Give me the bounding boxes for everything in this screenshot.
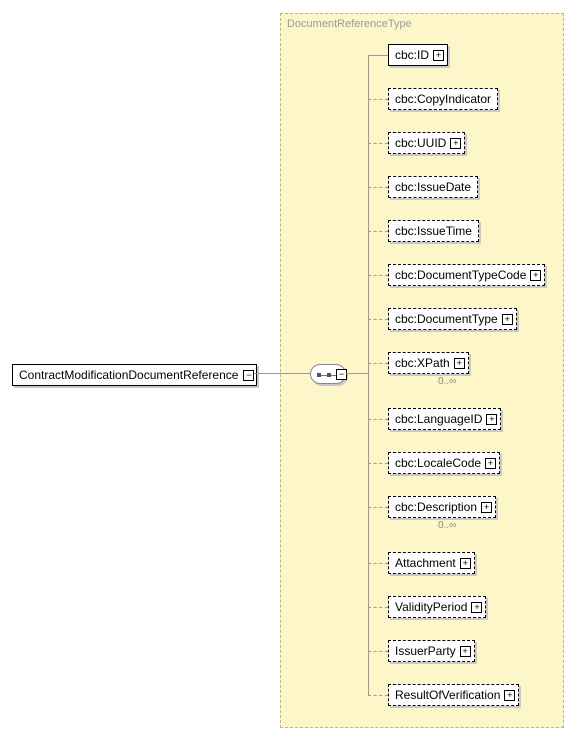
element-node[interactable]: cbc:DocumentTypeCode + (388, 264, 545, 286)
connector-line (368, 187, 388, 188)
expand-icon[interactable]: + (460, 558, 471, 569)
diagram-canvas: DocumentReferenceType ContractModificati… (0, 0, 574, 738)
element-label: IssuerParty (395, 644, 456, 658)
expand-icon[interactable]: − (243, 370, 254, 381)
root-element-label: ContractModificationDocumentReference (19, 368, 238, 382)
dot-icon (327, 373, 331, 377)
element-node[interactable]: ResultOfVerification + (388, 684, 519, 706)
element-node[interactable]: cbc:ID + (388, 44, 448, 66)
root-element-node[interactable]: ContractModificationDocumentReference − (12, 364, 257, 386)
connector-line (368, 55, 388, 56)
connector-line (254, 373, 310, 374)
connector-line (368, 651, 388, 652)
element-node[interactable]: cbc:Description + (388, 496, 496, 518)
element-node[interactable]: cbc:XPath + (388, 352, 469, 374)
element-label: cbc:LocaleCode (395, 456, 481, 470)
element-label: cbc:XPath (395, 356, 450, 370)
connector-line (368, 563, 388, 564)
connector-line (368, 275, 388, 276)
multiplicity-label: 0..∞ (438, 520, 456, 531)
element-label: cbc:CopyIndicator (395, 92, 491, 106)
expand-icon[interactable]: + (502, 314, 513, 325)
element-label: Attachment (395, 556, 456, 570)
element-label: cbc:DocumentType (395, 312, 498, 326)
element-label: cbc:IssueDate (395, 180, 471, 194)
sequence-compositor[interactable]: − (310, 364, 346, 384)
element-node[interactable]: cbc:UUID + (388, 132, 465, 154)
element-node[interactable]: IssuerParty + (388, 640, 475, 662)
expand-icon[interactable]: + (450, 138, 461, 149)
type-name-label: DocumentReferenceType (287, 18, 412, 30)
element-node[interactable]: ValidityPeriod + (388, 596, 486, 618)
element-label: cbc:Description (395, 500, 477, 514)
element-label: cbc:IssueTime (395, 224, 472, 238)
element-node[interactable]: Attachment + (388, 552, 475, 574)
connector-line (346, 373, 368, 374)
element-node[interactable]: cbc:LocaleCode + (388, 452, 500, 474)
element-label: cbc:DocumentTypeCode (395, 268, 526, 282)
connector-line (368, 231, 388, 232)
connector-line (368, 419, 388, 420)
element-node[interactable]: cbc:DocumentType + (388, 308, 517, 330)
element-node[interactable]: cbc:IssueDate (388, 176, 478, 198)
expand-icon[interactable]: + (471, 602, 482, 613)
connector-line (368, 463, 388, 464)
expand-icon[interactable]: + (530, 270, 541, 281)
connector-line (368, 319, 388, 320)
dot-icon (317, 373, 321, 377)
expand-icon[interactable]: + (433, 50, 444, 61)
expand-icon[interactable]: + (460, 646, 471, 657)
element-node[interactable]: cbc:LanguageID + (388, 408, 501, 430)
element-label: cbc:UUID (395, 136, 446, 150)
connector-line (368, 363, 388, 364)
expand-icon[interactable]: + (504, 690, 515, 701)
element-label: ResultOfVerification (395, 688, 500, 702)
element-label: cbc:LanguageID (395, 412, 482, 426)
connector-line (368, 99, 388, 100)
element-node[interactable]: cbc:IssueTime (388, 220, 479, 242)
connector-line (368, 55, 369, 695)
connector-line (368, 507, 388, 508)
expand-icon[interactable]: − (336, 369, 347, 380)
multiplicity-label: 0..∞ (438, 376, 456, 387)
element-node[interactable]: cbc:CopyIndicator (388, 88, 498, 110)
connector-line (368, 607, 388, 608)
connector-line (368, 695, 388, 696)
connector-line (368, 143, 388, 144)
expand-icon[interactable]: + (481, 502, 492, 513)
expand-icon[interactable]: + (486, 414, 497, 425)
element-label: ValidityPeriod (395, 600, 467, 614)
expand-icon[interactable]: + (454, 358, 465, 369)
expand-icon[interactable]: + (485, 458, 496, 469)
element-label: cbc:ID (395, 48, 429, 62)
